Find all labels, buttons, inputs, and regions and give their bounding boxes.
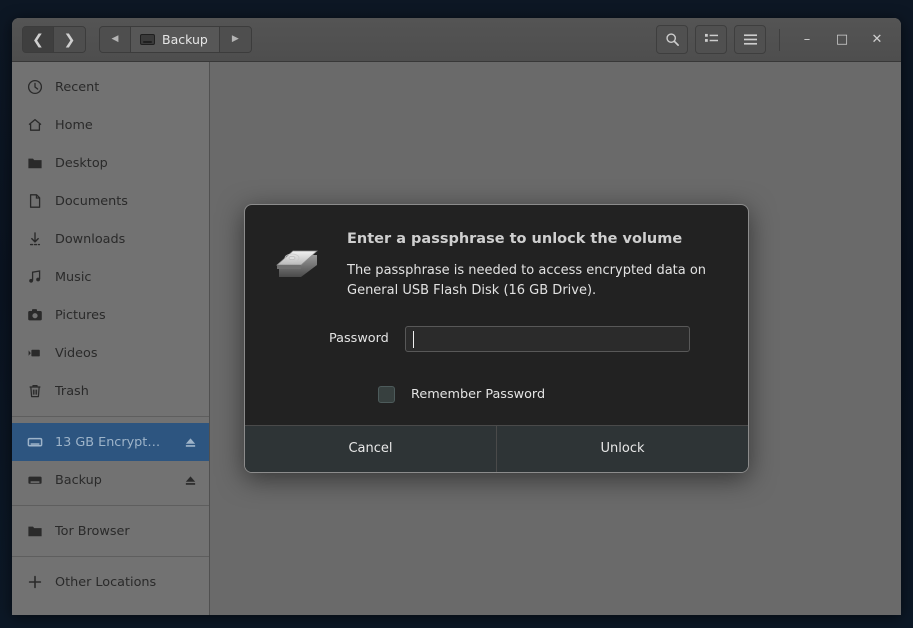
sidebar-item-label: Backup <box>55 472 102 488</box>
unlock-volume-dialog: Enter a passphrase to unlock the volume … <box>244 204 749 473</box>
sidebar-item-label: Documents <box>55 193 128 209</box>
hamburger-menu-icon <box>743 34 757 45</box>
sidebar-item-documents[interactable]: Documents <box>12 182 209 220</box>
sidebar-item-label: Recent <box>55 79 100 95</box>
dialog-header: Enter a passphrase to unlock the volume … <box>273 231 720 301</box>
plus-icon <box>26 574 43 591</box>
search-icon <box>665 33 679 46</box>
password-row: Password <box>273 325 720 352</box>
sidebar-item-videos[interactable]: Videos <box>12 334 209 372</box>
path-previous-button[interactable]: ◀ <box>100 27 131 52</box>
forward-button[interactable]: ❯ <box>54 27 85 52</box>
list-view-icon <box>704 33 718 42</box>
remember-password-row[interactable]: Remember Password <box>273 385 720 403</box>
header-right-controls: – □ ✕ <box>656 25 891 54</box>
close-icon: ✕ <box>871 32 883 47</box>
path-next-button[interactable]: ▶ <box>219 27 251 52</box>
camera-icon <box>26 307 43 324</box>
drive-icon <box>140 34 155 45</box>
minimize-icon: – <box>803 32 811 47</box>
sidebar-item-backup[interactable]: Backup <box>12 461 209 499</box>
dialog-actions: Cancel Unlock <box>245 424 748 472</box>
sidebar: Recent Home Desktop Documents Downloads … <box>12 62 210 615</box>
sidebar-item-label: Other Locations <box>55 574 157 590</box>
path-bar: ◀ Backup ▶ <box>99 26 252 53</box>
cancel-label: Cancel <box>348 441 393 456</box>
sidebar-item-label: Music <box>55 269 92 285</box>
document-icon <box>26 193 43 210</box>
sidebar-item-tor-browser[interactable]: Tor Browser <box>12 512 209 550</box>
text-cursor <box>412 330 415 348</box>
header-bar: ❮ ❯ ◀ Backup ▶ – □ ✕ <box>12 18 901 62</box>
folder-icon <box>26 523 43 540</box>
dialog-description: The passphrase is needed to access encry… <box>347 263 707 298</box>
home-icon <box>26 117 43 134</box>
navigation-button-group: ❮ ❯ <box>22 26 86 53</box>
triangle-right-icon: ▶ <box>231 34 239 44</box>
back-button[interactable]: ❮ <box>23 27 54 52</box>
breadcrumb-label: Backup <box>162 32 208 47</box>
sidebar-item-label: Home <box>55 117 93 133</box>
dialog-content: Enter a passphrase to unlock the volume … <box>245 205 748 425</box>
chevron-right-icon: ❯ <box>63 31 76 48</box>
file-manager-window: ❮ ❯ ◀ Backup ▶ – □ ✕ Recent Home Desktop… <box>12 18 901 615</box>
clock-icon <box>26 79 43 96</box>
sidebar-item-trash[interactable]: Trash <box>12 372 209 410</box>
unlock-label: Unlock <box>600 441 645 456</box>
hard-drive-icon <box>273 231 325 301</box>
sidebar-item-label: Trash <box>55 383 89 399</box>
sidebar-separator <box>12 556 209 557</box>
maximize-icon: □ <box>835 32 849 47</box>
sidebar-item-13-gb-encrypted[interactable]: 13 GB Encrypt… <box>12 423 209 461</box>
music-icon <box>26 269 43 286</box>
eject-icon[interactable] <box>183 435 197 449</box>
view-toggle-button[interactable] <box>695 25 727 54</box>
password-input[interactable] <box>404 325 690 352</box>
remember-password-label: Remember Password <box>411 386 546 402</box>
video-icon <box>26 345 43 362</box>
triangle-left-icon: ◀ <box>111 34 119 44</box>
sidebar-item-music[interactable]: Music <box>12 258 209 296</box>
cancel-button[interactable]: Cancel <box>245 425 496 472</box>
menu-button[interactable] <box>734 25 766 54</box>
minimize-button[interactable]: – <box>793 26 821 54</box>
breadcrumb-item-backup[interactable]: Backup <box>131 27 220 52</box>
remember-password-checkbox[interactable] <box>378 385 395 403</box>
trash-icon <box>26 383 43 400</box>
dialog-text-block: Enter a passphrase to unlock the volume … <box>347 231 720 301</box>
sidebar-item-label: Videos <box>55 345 98 361</box>
sidebar-item-label: Tor Browser <box>55 523 130 539</box>
chevron-left-icon: ❮ <box>32 31 44 48</box>
dialog-title: Enter a passphrase to unlock the volume <box>347 231 683 247</box>
sidebar-item-home[interactable]: Home <box>12 106 209 144</box>
sidebar-item-desktop[interactable]: Desktop <box>12 144 209 182</box>
password-label: Password <box>329 331 389 346</box>
download-icon <box>26 231 43 248</box>
search-button[interactable] <box>656 25 688 54</box>
sidebar-item-label: 13 GB Encrypt… <box>55 434 161 450</box>
sidebar-item-label: Downloads <box>55 231 126 247</box>
sidebar-item-recent[interactable]: Recent <box>12 68 209 106</box>
sidebar-item-label: Desktop <box>55 155 108 171</box>
sidebar-separator <box>12 416 209 417</box>
sidebar-item-downloads[interactable]: Downloads <box>12 220 209 258</box>
sidebar-item-label: Pictures <box>55 307 106 323</box>
folder-icon <box>26 155 43 172</box>
sidebar-separator <box>12 505 209 506</box>
unlock-button[interactable]: Unlock <box>496 425 748 472</box>
eject-icon[interactable] <box>183 473 197 487</box>
sidebar-item-pictures[interactable]: Pictures <box>12 296 209 334</box>
header-separator <box>779 28 780 51</box>
close-button[interactable]: ✕ <box>863 26 891 54</box>
sidebar-item-other-locations[interactable]: Other Locations <box>12 563 209 601</box>
drive-icon <box>26 472 43 489</box>
maximize-button[interactable]: □ <box>828 26 856 54</box>
drive-icon <box>26 434 43 451</box>
